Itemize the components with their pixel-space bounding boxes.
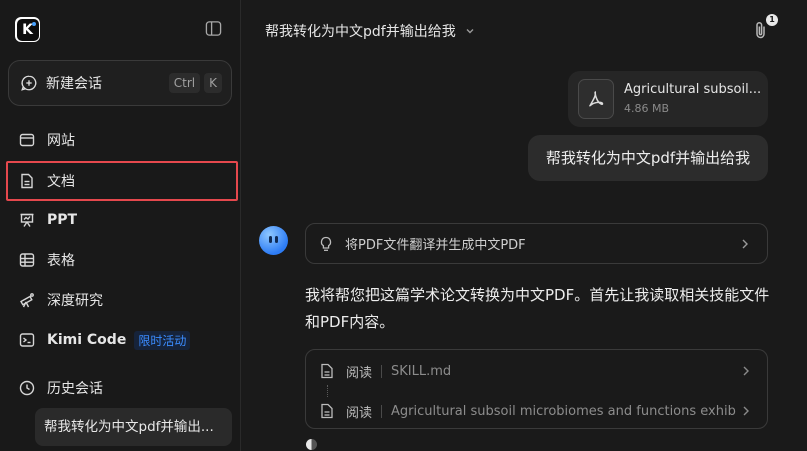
attachment-count-badge: 1 xyxy=(766,14,778,26)
shortcut-hint: Ctrl K xyxy=(168,73,222,93)
user-message: 帮我转化为中文pdf并输出给我 xyxy=(528,135,768,181)
loading-spinner-icon xyxy=(306,439,317,450)
sidebar-item-label: 表格 xyxy=(47,253,75,269)
recent-chat-item[interactable]: 帮我转化为中文pdf并输出... xyxy=(35,408,232,446)
sidebar-item-deep-research[interactable]: 深度研究 xyxy=(8,282,234,318)
shortcut-key-k: K xyxy=(204,73,222,93)
sidebar-item-label: 网站 xyxy=(47,133,75,149)
tool-call-row[interactable]: 阅读 SKILL.md xyxy=(320,361,760,381)
lightbulb-icon xyxy=(320,236,332,251)
shortcut-key-ctrl: Ctrl xyxy=(168,73,201,93)
sidebar-toggle-icon[interactable] xyxy=(205,20,222,37)
sidebar-item-ppt[interactable]: PPT xyxy=(8,202,234,238)
sidebar-item-table[interactable]: 表格 xyxy=(8,242,234,278)
sidebar: K 新建会话 Ctrl K 网站 文档 PPT 表格 深度研究 Kimi Cod… xyxy=(0,0,241,451)
new-chat-button[interactable]: 新建会话 Ctrl K xyxy=(8,60,232,106)
sidebar-item-label: 深度研究 xyxy=(47,293,103,309)
uploaded-file-card[interactable]: Agricultural subsoil... 4.86 MB xyxy=(568,71,768,127)
thinking-summary-card[interactable]: 将PDF文件翻译并生成中文PDF xyxy=(305,223,768,264)
pdf-icon xyxy=(578,79,614,119)
file-read-icon xyxy=(321,363,333,379)
new-chat-icon xyxy=(21,75,37,91)
file-read-icon xyxy=(321,403,333,419)
new-chat-label: 新建会话 xyxy=(46,76,102,92)
table-icon xyxy=(19,253,35,267)
tool-verb: 阅读 xyxy=(346,365,373,381)
chevron-right-icon xyxy=(743,406,749,416)
sidebar-item-document[interactable]: 文档 xyxy=(6,161,238,201)
kimi-logo-icon: K xyxy=(16,18,39,41)
tool-verb: 阅读 xyxy=(346,405,373,421)
thinking-summary-text: 将PDF文件翻译并生成中文PDF xyxy=(345,238,526,253)
chevron-right-icon xyxy=(742,239,748,249)
tool-argument: SKILL.md xyxy=(391,363,452,379)
history-icon xyxy=(19,380,35,396)
tool-calls-card: 阅读 SKILL.md 阅读 Agricultural subsoil micr… xyxy=(305,349,768,429)
telescope-icon xyxy=(20,293,34,308)
tool-argument: Agricultural subsoil microbiomes and fun… xyxy=(391,403,737,419)
assistant-avatar xyxy=(259,226,288,255)
avatar-eye xyxy=(269,236,272,243)
avatar-eye xyxy=(275,236,278,243)
sidebar-item-label: Kimi Code xyxy=(47,332,127,348)
browser-window-icon xyxy=(19,133,35,147)
chevron-right-icon xyxy=(743,366,749,376)
file-name: Agricultural subsoil... xyxy=(624,82,760,97)
kimi-logo[interactable]: K xyxy=(15,17,40,42)
connector-line xyxy=(327,385,328,397)
sidebar-item-label: PPT xyxy=(47,212,78,228)
sidebar-item-kimi-code[interactable]: Kimi Code 限时活动 xyxy=(8,322,234,358)
assistant-reply: 我将帮您把这篇学术论文转换为中文PDF。首先让我读取相关技能文件和PDF内容。 xyxy=(305,286,770,331)
file-size: 4.86 MB xyxy=(624,102,670,115)
divider xyxy=(381,364,383,378)
chevron-down-icon xyxy=(466,29,474,34)
terminal-icon xyxy=(19,333,35,347)
promo-badge: 限时活动 xyxy=(134,330,191,350)
presentation-icon xyxy=(20,213,34,227)
chat-title: 帮我转化为中文pdf并输出给我 xyxy=(265,24,456,40)
tool-call-row[interactable]: 阅读 Agricultural subsoil microbiomes and … xyxy=(320,401,760,421)
document-icon xyxy=(21,173,33,189)
sidebar-item-history[interactable]: 历史会话 xyxy=(8,370,234,406)
divider xyxy=(381,404,383,418)
sidebar-item-website[interactable]: 网站 xyxy=(8,122,234,158)
sidebar-item-label: 文档 xyxy=(47,174,75,190)
sidebar-item-label: 历史会话 xyxy=(47,381,103,397)
chat-title-dropdown[interactable]: 帮我转化为中文pdf并输出给我 xyxy=(265,21,476,41)
